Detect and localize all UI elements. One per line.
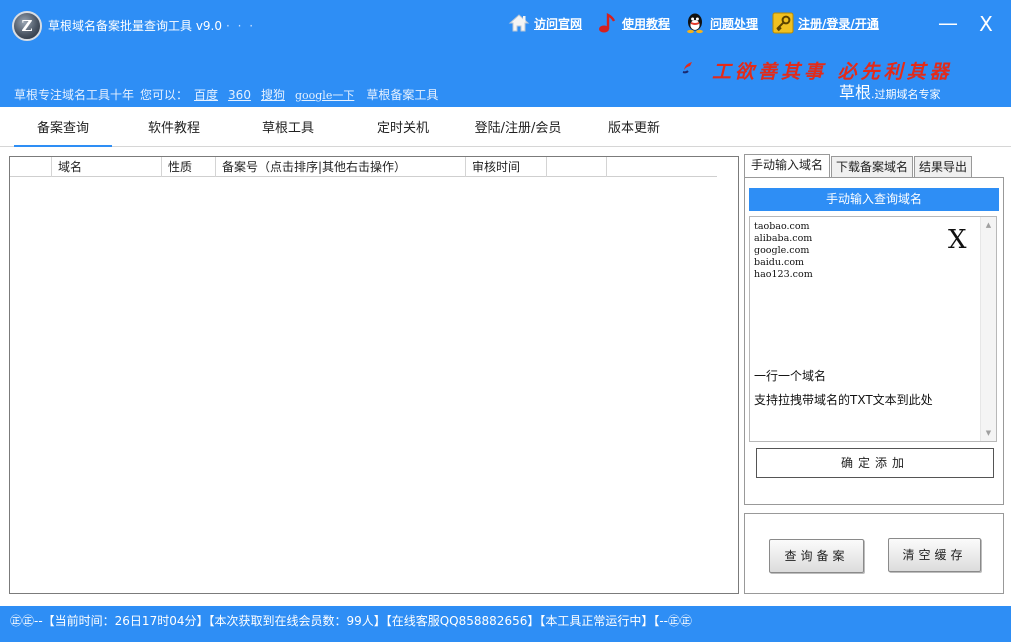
domain-line: baidu.com [754, 257, 805, 268]
clear-input-button[interactable]: X [948, 225, 967, 255]
clear-cache-button[interactable]: 清空缓存 [888, 538, 981, 572]
hint-one-per-line: 一行一个域名 [754, 369, 827, 383]
subline-prompt: 您可以： [140, 88, 189, 102]
domain-line: google.com [754, 245, 810, 256]
tab-scheduled-shutdown[interactable]: 定时关机 [363, 107, 443, 147]
domain-textarea[interactable]: taobao.com alibaba.com google.com baidu.… [749, 216, 997, 442]
troubleshoot-link[interactable]: 问题处理 [684, 12, 758, 34]
tab-record-query[interactable]: 备案查询 [14, 107, 112, 147]
tab-login-register-member[interactable]: 登陆/注册/会员 [466, 107, 570, 147]
sogou-link[interactable]: 搜狗 [261, 86, 285, 103]
textarea-scrollbar[interactable]: ▲ ▼ [980, 217, 996, 441]
tutorial-label: 使用教程 [622, 16, 671, 31]
tab-tutorial[interactable]: 软件教程 [134, 107, 214, 147]
register-login-label: 注册/登录/开通 [798, 16, 879, 31]
domain-line: taobao.com [754, 221, 810, 232]
column-header-review-time[interactable]: 审核时间 [466, 157, 547, 177]
tab-version-update[interactable]: 版本更新 [594, 107, 674, 147]
column-header-nature[interactable]: 性质 [162, 157, 216, 177]
360-link[interactable]: 360 [228, 88, 251, 102]
app-logo: Z [12, 11, 42, 41]
scroll-down-arrow-icon[interactable]: ▼ [981, 426, 996, 440]
confirm-add-button[interactable]: 确定添加 [756, 448, 994, 478]
column-header-index[interactable] [10, 157, 52, 177]
tab-tools[interactable]: 草根工具 [248, 107, 328, 147]
brand-caption: 草根.过期域名专家 [839, 79, 941, 103]
main-tab-bar: 备案查询 软件教程 草根工具 定时关机 登陆/注册/会员 版本更新 [0, 107, 1011, 147]
action-box: 查询备案 清空缓存 [744, 513, 1004, 594]
scroll-up-arrow-icon[interactable]: ▲ [981, 218, 996, 232]
subline-lead: 草根专注域名工具十年 [14, 88, 135, 102]
manual-input-panel: 手动输入查询域名 taobao.com alibaba.com google.c… [744, 177, 1004, 505]
key-icon [772, 12, 794, 34]
column-header-record-number[interactable]: 备案号（点击排序|其他右击操作） [216, 157, 466, 177]
music-note-icon [596, 12, 618, 34]
brand-name: 草根 [839, 83, 872, 102]
tab-manual-input[interactable]: 手动输入域名 [744, 154, 830, 177]
tutorial-link[interactable]: 使用教程 [596, 12, 670, 34]
top-links: 访问官网 使用教程 问题处理 注册/登录/开通 [508, 8, 893, 38]
domain-line: alibaba.com [754, 233, 813, 244]
slogan-brush-icon [682, 62, 692, 74]
window-title: 草根域名备案批量查询工具 v9.0 · · · [48, 17, 255, 34]
column-header-domain[interactable]: 域名 [52, 157, 162, 177]
register-login-link[interactable]: 注册/登录/开通 [772, 12, 879, 34]
column-header-extra[interactable] [547, 157, 607, 177]
troubleshoot-label: 问题处理 [710, 16, 759, 31]
results-table[interactable]: 域名 性质 备案号（点击排序|其他右击操作） 审核时间 [9, 156, 739, 594]
baidu-link[interactable]: 百度 [194, 86, 218, 103]
minimize-button[interactable]: — [936, 12, 960, 34]
visit-website-link[interactable]: 访问官网 [508, 12, 582, 34]
input-tab-bar: 手动输入域名 下载备案域名 结果导出 [744, 154, 1004, 178]
brand-tagline: .过期域名专家 [871, 88, 941, 101]
query-record-button[interactable]: 查询备案 [769, 539, 864, 573]
qq-penguin-icon [684, 12, 706, 34]
visit-website-label: 访问官网 [534, 16, 583, 31]
close-button[interactable]: X [974, 12, 998, 36]
window-title-dots: · · · [226, 19, 256, 33]
manual-input-heading: 手动输入查询域名 [749, 188, 999, 211]
google-link[interactable]: google一下 [295, 87, 354, 103]
title-bar: Z 草根域名备案批量查询工具 v9.0 · · · 访问官网 使用教程 问题处理 … [0, 0, 1011, 107]
domain-line: hao123.com [754, 269, 813, 280]
hint-drag-txt: 支持拉拽带域名的TXT文本到此处 [754, 393, 933, 407]
tab-export-results[interactable]: 结果导出 [914, 156, 972, 177]
home-icon [508, 12, 530, 34]
search-links-bar: 草根专注域名工具十年 您可以： 百度 360 搜狗 google一下 草根备案工… [14, 86, 438, 103]
app-logo-letter: Z [21, 17, 33, 35]
window-title-text: 草根域名备案批量查询工具 v9.0 [48, 19, 223, 33]
table-header: 域名 性质 备案号（点击排序|其他右击操作） 审核时间 [10, 157, 717, 177]
subline-tail: 草根备案工具 [366, 88, 439, 102]
status-bar: ㊣㊣--【当前时间：26日17时04分】【本次获取到在线会员数：99人】【在线客… [0, 606, 1011, 642]
domain-list: taobao.com alibaba.com google.com baidu.… [754, 221, 813, 281]
tab-download-domains[interactable]: 下载备案域名 [831, 156, 913, 177]
